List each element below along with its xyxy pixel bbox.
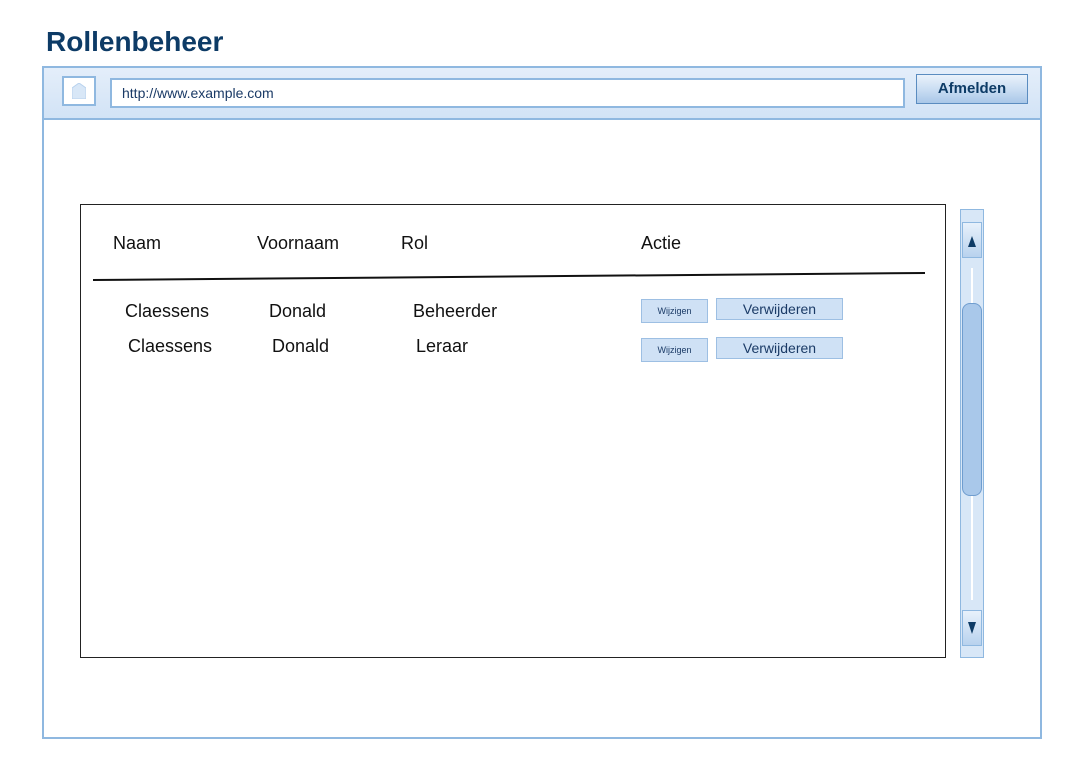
scroll-up-button[interactable] [962, 222, 982, 258]
column-header-voornaam: Voornaam [257, 233, 340, 253]
edit-button[interactable]: Wijzigen [641, 299, 708, 323]
delete-button[interactable]: Verwijderen [716, 298, 843, 320]
column-header-actie: Actie [641, 233, 682, 253]
arrow-down-icon [968, 622, 976, 634]
home-icon [72, 83, 86, 99]
scroll-down-button[interactable] [962, 610, 982, 646]
cell-rol: Beheerder [413, 301, 498, 321]
home-button[interactable] [62, 76, 96, 106]
arrow-up-icon [968, 236, 976, 247]
url-input[interactable] [110, 78, 905, 108]
browser-toolbar: Afmelden [44, 68, 1040, 120]
header-divider [93, 272, 925, 281]
vertical-scrollbar[interactable] [960, 209, 984, 658]
cell-rol: Leraar [416, 336, 469, 356]
column-header-naam: Naam [113, 233, 162, 253]
delete-button[interactable]: Verwijderen [716, 337, 843, 359]
cell-naam: Claessens [128, 336, 213, 356]
column-header-rol: Rol [401, 233, 429, 253]
scroll-thumb[interactable] [962, 303, 982, 496]
logout-button[interactable]: Afmelden [916, 74, 1028, 104]
page-title: Rollenbeheer [46, 26, 224, 57]
roles-table: Naam Voornaam Rol Actie Claessens Donald… [80, 204, 946, 658]
cell-naam: Claessens [125, 301, 210, 321]
cell-voornaam: Donald [272, 336, 330, 356]
edit-button[interactable]: Wijzigen [641, 338, 708, 362]
cell-voornaam: Donald [269, 301, 327, 321]
